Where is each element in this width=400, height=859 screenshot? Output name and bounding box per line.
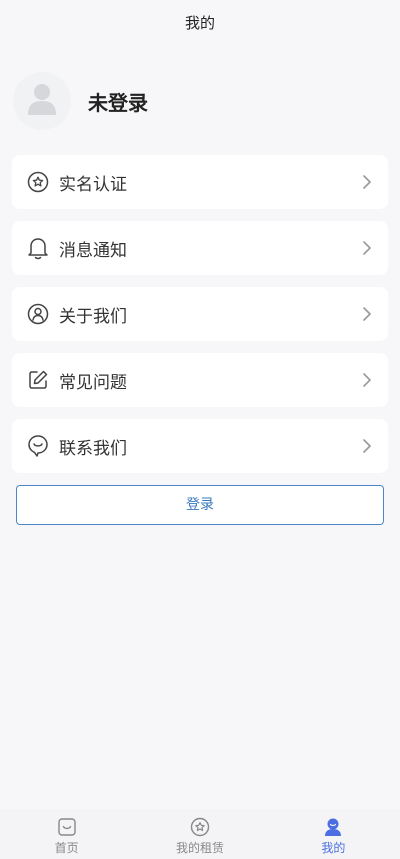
profile-header[interactable]: 未登录 bbox=[13, 72, 148, 130]
badge-star-icon bbox=[26, 170, 50, 194]
menu-item-faq[interactable]: 常见问题 bbox=[12, 353, 388, 407]
tab-label: 我的 bbox=[321, 841, 346, 855]
default-avatar-icon bbox=[27, 82, 57, 120]
user-circle-icon bbox=[26, 302, 50, 326]
tab-my-rentals[interactable]: 我的租赁 bbox=[133, 809, 266, 859]
tab-label: 首页 bbox=[54, 841, 79, 855]
mine-page: 我的 未登录 实名认证 消息通知 关于我们 常见问题 联系我们 登录 首页 我的… bbox=[0, 0, 400, 859]
profile-name[interactable]: 未登录 bbox=[88, 87, 148, 116]
menu-item-verification[interactable]: 实名认证 bbox=[12, 155, 388, 209]
star-circle-icon bbox=[190, 817, 210, 837]
menu-item-contact[interactable]: 联系我们 bbox=[12, 419, 388, 473]
menu-item-about[interactable]: 关于我们 bbox=[12, 287, 388, 341]
chevron-right-icon bbox=[360, 307, 374, 321]
tab-label: 我的租赁 bbox=[175, 841, 224, 855]
avatar[interactable] bbox=[13, 72, 71, 130]
menu-item-label: 实名认证 bbox=[59, 174, 127, 195]
menu-item-label: 常见问题 bbox=[59, 372, 127, 393]
page-title: 我的 bbox=[184, 14, 215, 32]
menu-list: 实名认证 消息通知 关于我们 常见问题 联系我们 bbox=[12, 155, 388, 485]
tab-home[interactable]: 首页 bbox=[0, 809, 133, 859]
menu-item-label: 消息通知 bbox=[59, 240, 127, 261]
bell-icon bbox=[26, 236, 50, 260]
chat-smile-icon bbox=[26, 434, 50, 458]
tab-mine[interactable]: 我的 bbox=[267, 809, 400, 859]
home-icon bbox=[57, 817, 77, 837]
edit-icon bbox=[26, 368, 50, 392]
chevron-right-icon bbox=[360, 175, 374, 189]
person-icon bbox=[323, 817, 343, 837]
chevron-right-icon bbox=[360, 241, 374, 255]
bottom-tab-bar: 首页 我的租赁 我的 bbox=[0, 809, 400, 859]
login-button[interactable]: 登录 bbox=[16, 485, 384, 525]
menu-item-notifications[interactable]: 消息通知 bbox=[12, 221, 388, 275]
menu-item-label: 联系我们 bbox=[59, 438, 127, 459]
chevron-right-icon bbox=[360, 439, 374, 453]
menu-item-label: 关于我们 bbox=[59, 306, 127, 327]
chevron-right-icon bbox=[360, 373, 374, 387]
